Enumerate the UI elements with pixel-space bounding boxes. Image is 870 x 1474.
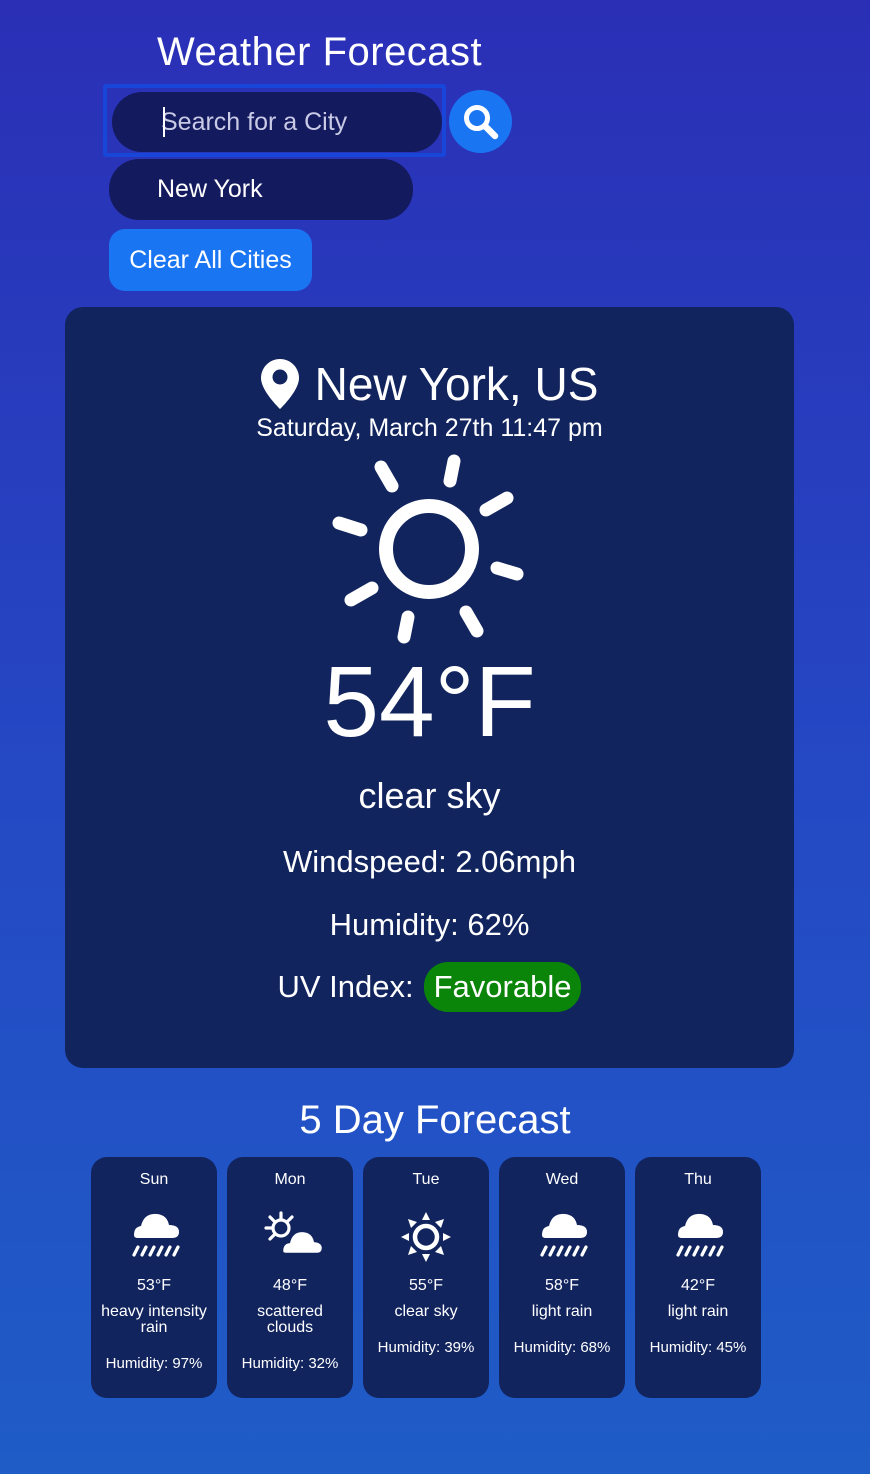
forecast-day-temp: 42°F (681, 1277, 715, 1294)
search-icon (463, 104, 498, 139)
forecast-day-humidity: Humidity: 68% (513, 1339, 611, 1356)
forecast-day-card: Tue 55°F clear sky Humidity: 39% (363, 1157, 489, 1398)
current-datetime: Saturday, March 27th 11:47 pm (256, 414, 603, 442)
uv-index-badge: Favorable (423, 962, 582, 1012)
forecast-day-temp: 48°F (273, 1277, 307, 1294)
clear-all-cities-button[interactable]: Clear All Cities (109, 229, 312, 291)
forecast-day-name: Sun (139, 1171, 169, 1188)
forecast-day-temp: 58°F (545, 1277, 579, 1294)
rain-cloud-icon (540, 1213, 588, 1257)
forecast-day-card: Mon 48°F scattered clouds Humidity: 32% (227, 1157, 353, 1398)
rain-cloud-icon (676, 1213, 724, 1257)
text-caret (163, 107, 165, 137)
forecast-day-name: Mon (274, 1171, 306, 1188)
humidity-text: Humidity: 62% (329, 907, 530, 942)
forecast-day-name: Tue (412, 1171, 440, 1188)
forecast-day-card: Sun 53°F heavy intensity rain Humidity: … (91, 1157, 217, 1398)
search-focus-ring (103, 84, 446, 157)
forecast-title: 5 Day Forecast (299, 1098, 571, 1142)
sun-icon (332, 454, 524, 644)
app-title: Weather Forecast (157, 30, 483, 74)
forecast-day-name: Wed (545, 1171, 579, 1188)
forecast-day-card: Wed 58°F light rain Humidity: 68% (499, 1157, 625, 1398)
rain-cloud-icon (132, 1213, 180, 1257)
windspeed-text: Windspeed: 2.06mph (283, 844, 576, 879)
forecast-day-temp: 55°F (409, 1277, 443, 1294)
forecast-day-desc: clear sky (394, 1303, 458, 1320)
current-description: clear sky (358, 775, 501, 816)
forecast-day-humidity: Humidity: 32% (241, 1355, 339, 1372)
current-city-name: New York, US (314, 358, 599, 410)
forecast-day-desc: heavy intensity rain (101, 1303, 207, 1336)
uv-index-label: UV Index: (277, 969, 414, 1004)
search-input[interactable] (112, 92, 442, 152)
city-history-button-new-york[interactable]: New York (109, 159, 413, 220)
map-pin-icon (260, 359, 299, 409)
sun-icon (401, 1212, 451, 1262)
forecast-day-card: Thu 42°F light rain Humidity: 45% (635, 1157, 761, 1398)
current-weather-card: New York, US Saturday, March 27th 11:47 … (65, 307, 794, 1068)
sun-cloud-icon (264, 1211, 325, 1256)
forecast-day-humidity: Humidity: 97% (105, 1355, 203, 1372)
forecast-day-temp: 53°F (137, 1277, 171, 1294)
forecast-day-humidity: Humidity: 45% (649, 1339, 747, 1356)
uv-index-row: UV Index: Favorable (65, 962, 794, 1012)
forecast-day-desc: scattered clouds (257, 1303, 323, 1336)
forecast-day-humidity: Humidity: 39% (377, 1339, 475, 1356)
forecast-day-desc: light rain (667, 1303, 729, 1320)
search-button[interactable] (449, 90, 512, 153)
location-row: New York, US (65, 357, 794, 411)
forecast-day-desc: light rain (531, 1303, 593, 1320)
current-temperature: 54°F (323, 646, 536, 758)
forecast-day-name: Thu (684, 1171, 712, 1188)
